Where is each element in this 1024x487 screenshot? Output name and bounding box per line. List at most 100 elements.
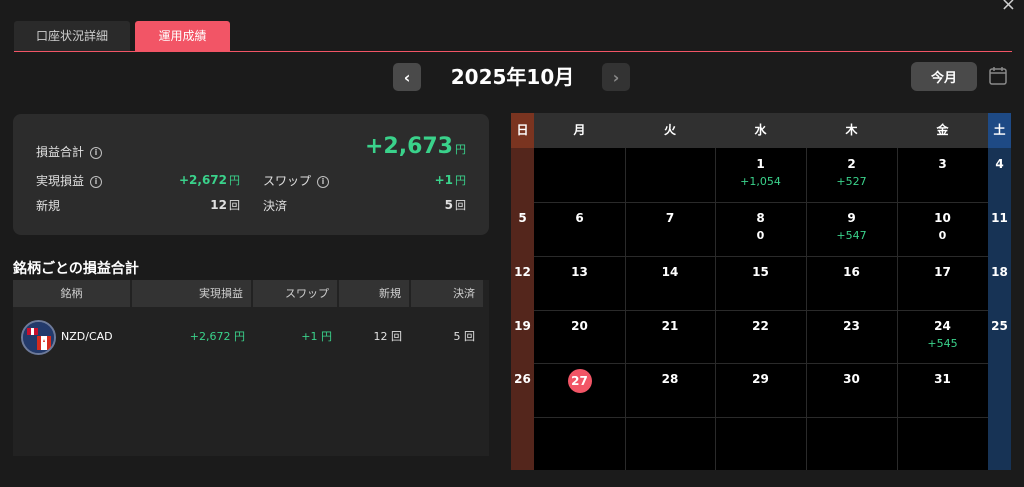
today-marker: 27 — [567, 369, 592, 393]
tab-account-status[interactable]: 口座状況詳細 — [14, 21, 130, 51]
settle-label: 決済 — [263, 199, 288, 213]
day-number: 28 — [661, 372, 679, 386]
info-icon[interactable]: i — [90, 176, 103, 188]
weekday-header: 月 — [534, 113, 625, 148]
day-number: 23 — [843, 319, 860, 333]
calendar-day[interactable]: 18 — [988, 265, 1011, 279]
summary-card: 損益合計 i +2,673 円 実現損益 i +2,672 円 スワップ i +1 円 新規… — [13, 114, 489, 235]
prev-month-button[interactable]: ‹ — [393, 63, 421, 91]
day-number: 14 — [661, 265, 679, 279]
day-number: 4 — [995, 157, 1004, 171]
symbol-new: 12 回 — [373, 330, 403, 343]
total-value: +2,673 — [364, 134, 453, 159]
swap-value-wrap: +1 円 — [435, 172, 466, 188]
calendar-day[interactable]: 7 — [625, 211, 715, 225]
calendar-day[interactable]: 10 0 — [897, 211, 988, 242]
weekday-header: 土 — [988, 113, 1011, 148]
calendar-day[interactable]: 17 — [897, 265, 988, 279]
calendar-day[interactable]: 22 — [715, 319, 806, 333]
day-number: 12 — [514, 265, 531, 279]
total-label-wrap: 損益合計 i — [36, 143, 103, 160]
symbol-table: 銘柄 実現損益 スワップ 新規 決済 — [13, 280, 489, 456]
day-pnl: +547 — [836, 229, 867, 242]
grid-line — [534, 363, 988, 364]
calendar-icon[interactable] — [988, 66, 1008, 86]
calendar-day[interactable]: 11 — [988, 211, 1011, 225]
calendar-day[interactable]: 28 — [625, 372, 715, 386]
calendar-day[interactable]: 12 — [511, 265, 534, 279]
info-icon[interactable]: i — [90, 147, 103, 159]
swap-unit: 円 — [455, 174, 466, 187]
grid-line — [897, 148, 898, 470]
calendar-day[interactable]: 30 — [806, 372, 897, 386]
calendar-day[interactable]: 23 — [806, 319, 897, 333]
day-number: 7 — [665, 211, 675, 225]
symbol-section-title: 銘柄ごとの損益合計 — [13, 261, 139, 277]
day-number: 8 — [756, 211, 765, 225]
total-label: 損益合計 — [36, 145, 85, 159]
calendar-day[interactable]: 13 — [534, 265, 625, 279]
weekday-header: 火 — [625, 113, 715, 148]
calendar-day[interactable]: 80 — [715, 211, 806, 242]
calendar-day[interactable]: 15 — [715, 265, 806, 279]
tab-performance[interactable]: 運用成績 — [135, 21, 230, 51]
column-header: 銘柄 — [13, 280, 130, 307]
day-number: 10 — [934, 211, 951, 225]
calendar-day[interactable]: 25 — [988, 319, 1011, 333]
day-pnl: +1,054 — [740, 175, 781, 188]
weekday-header: 金 — [897, 113, 988, 148]
calendar-day[interactable]: 24 +545 — [897, 319, 988, 350]
total-unit: 円 — [455, 143, 466, 156]
grid-line — [534, 202, 988, 203]
calendar-day[interactable]: 4 — [988, 157, 1011, 171]
settle-value-wrap: 5回 — [445, 197, 466, 213]
day-number: 5 — [518, 211, 527, 225]
day-pnl: +527 — [836, 175, 867, 188]
new-label: 新規 — [36, 199, 61, 213]
calendar-day[interactable]: 1 +1,054 — [715, 157, 806, 188]
swap-label-wrap: スワップ i — [263, 172, 330, 189]
day-number: 22 — [752, 319, 769, 333]
day-number: 30 — [843, 372, 860, 386]
calendar-day[interactable]: 20 — [534, 319, 625, 333]
symbol-realized: +2,672 円 — [189, 330, 245, 343]
calendar-day[interactable]: 27 — [534, 369, 625, 393]
calendar-day[interactable]: 21 — [625, 319, 715, 333]
new-value: 12 — [210, 198, 227, 212]
calendar-day[interactable]: 26 — [511, 372, 534, 386]
calendar-day[interactable]: 31 — [897, 372, 988, 386]
day-pnl: 0 — [756, 229, 765, 242]
calendar-grid: 日月火水木金土 1 +1,054 2 +527 3 4 5 6 7 8 0 9 +547 10 0 11 12 13… — [511, 113, 1011, 470]
day-number: 11 — [991, 211, 1008, 225]
symbol-name[interactable]: NZD/CAD — [61, 323, 113, 351]
day-number: 26 — [514, 372, 531, 386]
realized-value-wrap: +2,672 円 — [170, 172, 240, 188]
current-month-button[interactable]: 今月 — [911, 62, 977, 91]
weekday-header: 日 — [511, 113, 534, 148]
symbol-settle: 5 回 — [453, 330, 476, 343]
calendar-day[interactable]: 19 — [511, 319, 534, 333]
calendar-day[interactable]: 6 — [534, 211, 625, 225]
info-icon[interactable]: i — [317, 176, 330, 188]
day-number: 18 — [991, 265, 1008, 279]
calendar-day[interactable]: 14 — [625, 265, 715, 279]
day-number: 19 — [514, 319, 531, 333]
next-month-button[interactable]: › — [602, 63, 630, 91]
calendar-day[interactable]: 16 — [806, 265, 897, 279]
symbol-swap: +1 円 — [301, 330, 332, 343]
calendar-day[interactable]: 3 — [897, 157, 988, 171]
calendar-day[interactable]: 5 — [511, 211, 534, 225]
grid-line — [625, 148, 626, 470]
new-value-wrap: 12 回 — [170, 197, 240, 213]
nzd-cad-flag-icon — [21, 320, 56, 355]
new-unit: 回 — [229, 199, 240, 212]
calendar-day[interactable]: 9 +547 — [806, 211, 897, 242]
weekday-header: 水 — [715, 113, 806, 148]
calendar-day[interactable]: 2 +527 — [806, 157, 897, 188]
day-number: 25 — [991, 319, 1008, 333]
realized-unit: 円 — [229, 174, 240, 187]
calendar-day[interactable]: 29 — [715, 372, 806, 386]
grid-line — [715, 148, 716, 470]
day-number: 17 — [934, 265, 951, 279]
close-icon[interactable]: × — [1001, 0, 1016, 15]
